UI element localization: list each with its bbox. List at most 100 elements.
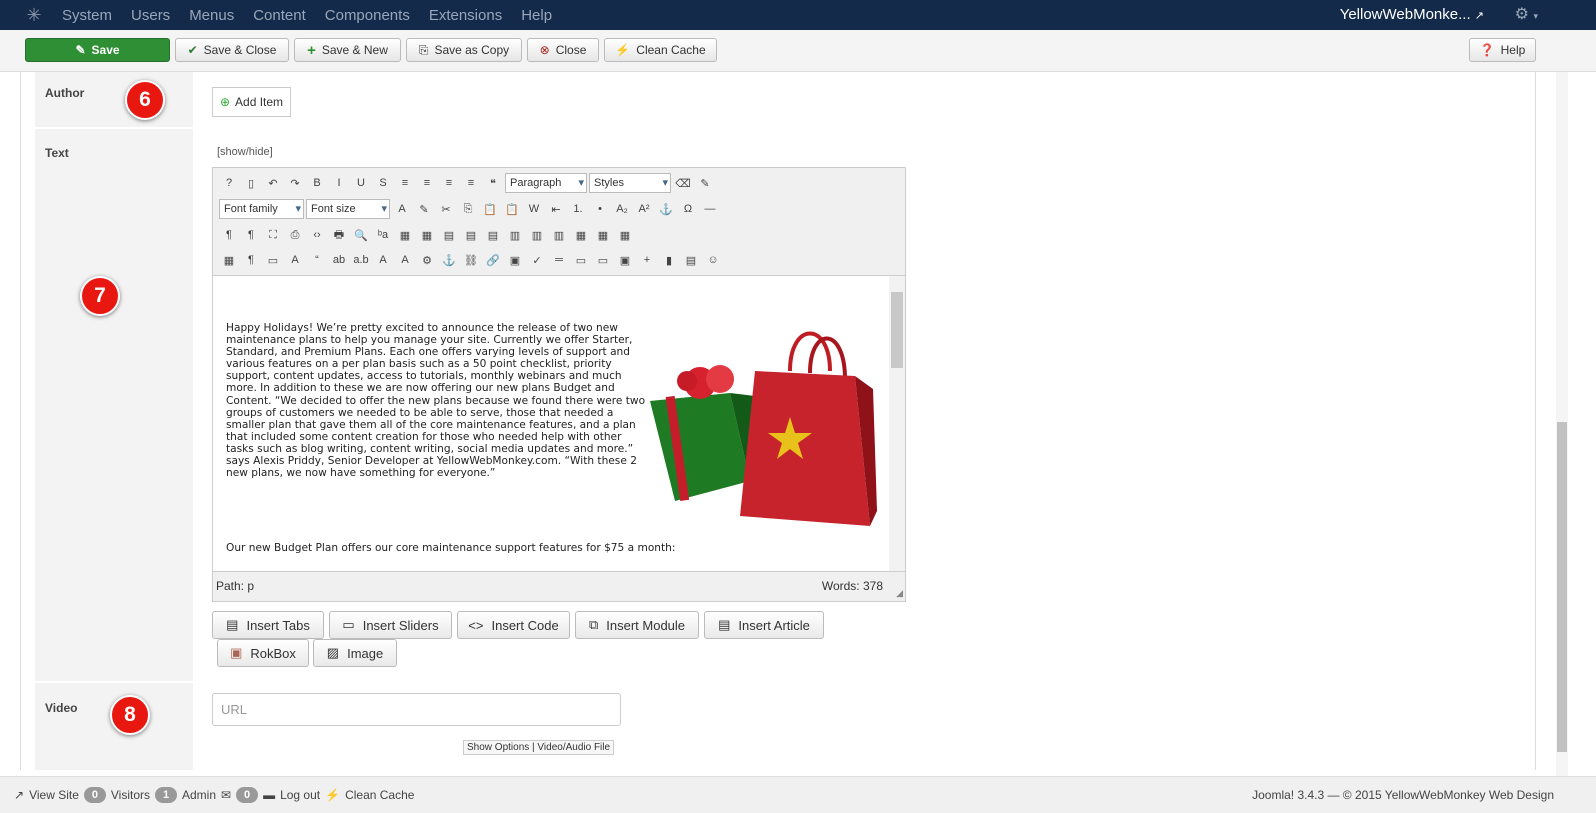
site-link[interactable]: YellowWebMonke... ↗ [1340,6,1484,23]
image-button[interactable]: ▨ Image [313,639,397,667]
split-icon[interactable]: ▦ [571,225,591,245]
table-props-icon[interactable]: ▦ [615,225,635,245]
help-icon[interactable]: ? [219,173,239,193]
highlight-icon[interactable]: ✎ [414,199,434,219]
show-hide-toggle[interactable]: [show/hide] [217,146,273,158]
insert-tabs-button[interactable]: ▤ Insert Tabs [212,611,324,639]
abbr-icon[interactable]: ab [329,250,349,270]
envelope-icon[interactable]: ✉ [221,788,231,802]
paste-text-icon[interactable]: 📋 [502,199,522,219]
view-site-link[interactable]: View Site [29,788,79,802]
rtl-icon[interactable]: ¶ [241,225,261,245]
delete-row-icon[interactable]: ▤ [483,225,503,245]
align-justify-icon[interactable]: ≡ [395,173,415,193]
text-color-icon[interactable]: A [392,199,412,219]
emotion-icon[interactable]: ☺ [703,250,723,270]
save-close-button[interactable]: ✔ Save & Close [175,38,289,62]
new-document-icon[interactable]: ▯ [241,173,261,193]
bold-icon[interactable]: B [307,173,327,193]
eraser-icon[interactable]: ⌫ [673,173,693,193]
align-left-icon[interactable]: ≡ [439,173,459,193]
menu-components[interactable]: Components [325,7,410,24]
find-icon[interactable]: 🔍 [351,225,371,245]
outdent-icon[interactable]: ⇤ [546,199,566,219]
blockquote-icon[interactable]: ❝ [483,173,503,193]
menu-help[interactable]: Help [521,7,552,24]
media-icon[interactable]: ▭ [593,250,613,270]
align-right-icon[interactable]: ≡ [461,173,481,193]
col-before-icon[interactable]: ▥ [505,225,525,245]
insert-sliders-button[interactable]: ▭ Insert Sliders [329,611,452,639]
insert-article-button[interactable]: ▤ Insert Article [704,611,824,639]
redo-icon[interactable]: ↷ [285,173,305,193]
hr-icon[interactable]: ═ [549,250,569,270]
strikethrough-icon[interactable]: S [373,173,393,193]
video-icon[interactable]: ▮ [659,250,679,270]
anchor-icon[interactable]: ⚓ [656,199,676,219]
page-break-icon[interactable]: ▭ [571,250,591,270]
save-copy-button[interactable]: ⎘ Save as Copy [406,38,522,62]
template2-icon[interactable]: ▤ [681,250,701,270]
attributes-icon[interactable]: ⚙ [417,250,437,270]
editor-scrollbar[interactable] [889,276,905,571]
resize-handle-icon[interactable]: ◢ [896,588,903,599]
styles-select[interactable]: Styles [589,173,671,193]
ins-icon[interactable]: A [395,250,415,270]
replace-icon[interactable]: ᵇa [373,225,393,245]
col-after-icon[interactable]: ▥ [527,225,547,245]
ltr-icon[interactable]: ¶ [219,225,239,245]
gear-icon[interactable]: ⚙ ▾ [1515,4,1538,24]
messages-count[interactable]: 0 [236,787,259,803]
bullet-list-icon[interactable]: • [590,199,610,219]
menu-content[interactable]: Content [253,7,306,24]
styles-icon[interactable]: A [285,250,305,270]
menu-users[interactable]: Users [131,7,170,24]
unlink-icon[interactable]: ⛓ [461,250,481,270]
menu-system[interactable]: System [62,7,112,24]
copy-icon[interactable]: ⎘ [458,199,478,219]
paste-word-icon[interactable]: W [524,199,544,219]
numbered-list-icon[interactable]: 1. [568,199,588,219]
row-after-icon[interactable]: ▤ [461,225,481,245]
font-size-select[interactable]: Font size [306,199,390,219]
show-options-link[interactable]: Show Options [467,742,529,753]
delete-col-icon[interactable]: ▥ [549,225,569,245]
template-icon[interactable]: ▭ [263,250,283,270]
delete-table-icon[interactable]: ▦ [417,225,437,245]
image-icon[interactable]: ▣ [505,250,525,270]
paste-icon[interactable]: 📋 [480,199,500,219]
joomla-logo-icon[interactable]: ✳ [24,5,44,25]
editor-content-area[interactable]: Happy Holidays! We’re pretty excited to … [213,275,905,572]
close-button[interactable]: ⊗ Close [527,38,599,62]
source-icon[interactable]: ‹› [307,225,327,245]
horizontal-rule-icon[interactable]: — [700,199,720,219]
paragraph-select[interactable]: Paragraph [505,173,587,193]
clean-brush-icon[interactable]: ✎ [695,173,715,193]
logout-link[interactable]: Log out [280,788,320,802]
insert-module-button[interactable]: ⧉ Insert Module [575,611,699,639]
cite-icon[interactable]: “ [307,250,327,270]
page-scroll-thumb[interactable] [1557,422,1567,752]
add-file-icon[interactable]: + [637,250,657,270]
fullscreen-icon[interactable]: ⛶ [263,225,283,245]
page-scrollbar[interactable] [1556,72,1568,776]
editor-scroll-thumb[interactable] [891,292,903,368]
rokbox-button[interactable]: ▣ RokBox [217,639,309,667]
cut-icon[interactable]: ✂ [436,199,456,219]
subscript-icon[interactable]: A₂ [612,199,632,219]
clean-cache-link[interactable]: Clean Cache [345,788,414,802]
save-new-button[interactable]: + Save & New [294,38,401,62]
video-url-input[interactable]: URL [212,693,621,726]
align-center-icon[interactable]: ≡ [417,173,437,193]
show-blocks-icon[interactable]: ¶ [241,250,261,270]
help-button[interactable]: ❓ Help [1469,38,1536,62]
merge-icon[interactable]: ▦ [593,225,613,245]
video-file-link[interactable]: Video/Audio File [537,742,610,753]
preview-icon[interactable]: ⎙ [285,225,305,245]
menu-menus[interactable]: Menus [189,7,234,24]
del-icon[interactable]: A [373,250,393,270]
undo-icon[interactable]: ↶ [263,173,283,193]
add-item-button[interactable]: ⊕ Add Item [212,87,291,117]
insert-code-button[interactable]: <> Insert Code [457,611,570,639]
underline-icon[interactable]: U [351,173,371,193]
